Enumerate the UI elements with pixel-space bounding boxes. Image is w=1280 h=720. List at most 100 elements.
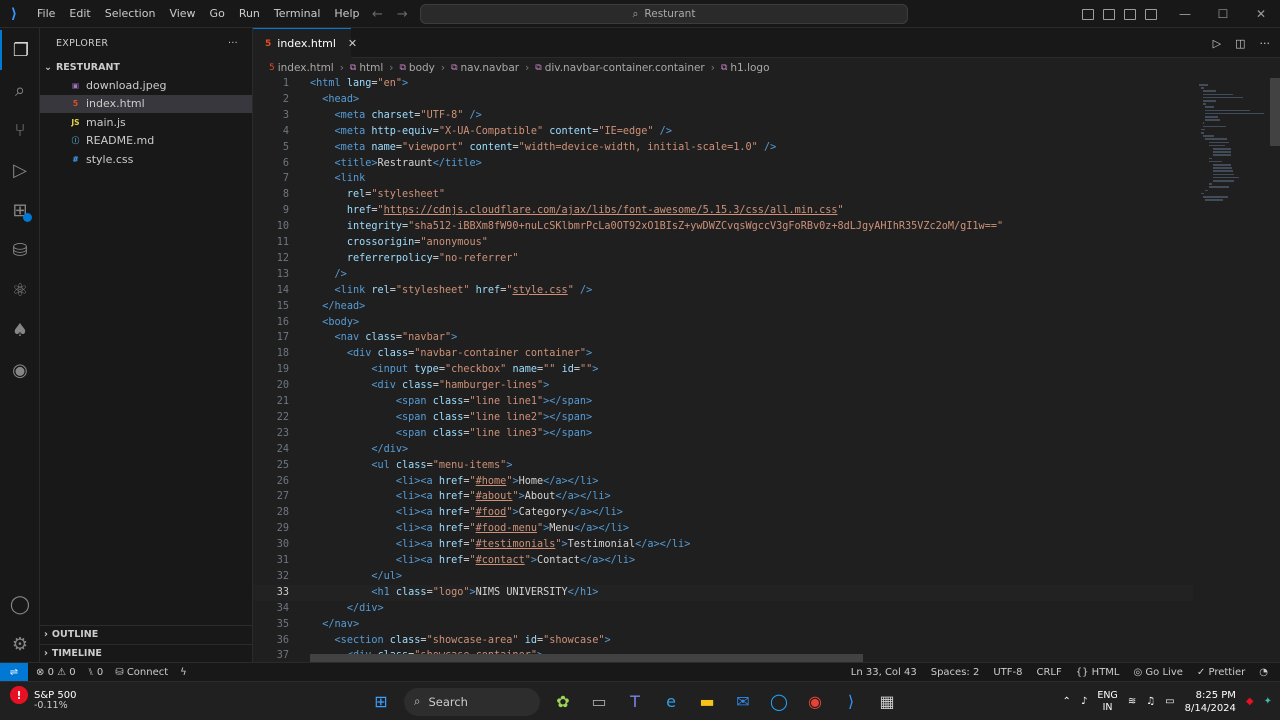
close-window-icon[interactable]: ✕ (1242, 7, 1280, 21)
code-line[interactable]: 24 </div> (253, 442, 1193, 458)
encoding[interactable]: UTF-8 (993, 667, 1022, 678)
chrome-icon[interactable]: ◉ (802, 689, 828, 715)
toggle-primary-sidebar-icon[interactable] (1082, 8, 1094, 20)
remote-indicator-icon[interactable]: ⇌ (0, 662, 28, 682)
menu-terminal[interactable]: Terminal (267, 0, 328, 28)
code-line[interactable]: 13 /> (253, 267, 1193, 283)
notifications-bell-icon[interactable]: ◔ (1259, 667, 1268, 678)
code-line[interactable]: 19 <input type="checkbox" name="" id=""> (253, 362, 1193, 378)
prettier-indicator[interactable]: ✓ Prettier (1197, 667, 1245, 678)
code-line[interactable]: 8 rel="stylesheet" (253, 187, 1193, 203)
code-line[interactable]: 18 <div class="navbar-container containe… (253, 346, 1193, 362)
language-indicator[interactable]: ENG IN (1097, 690, 1117, 714)
end-of-line[interactable]: CRLF (1036, 667, 1061, 678)
code-line[interactable]: 31 <li><a href="#contact">Contact</a></l… (253, 553, 1193, 569)
taskbar-search[interactable]: ⌕ Search (404, 687, 540, 716)
timeline-section[interactable]: › TIMELINE (40, 644, 253, 662)
customize-layout-icon[interactable] (1145, 8, 1157, 20)
breadcrumb-item[interactable]: html (359, 62, 383, 74)
code-line[interactable]: 11 crossorigin="anonymous" (253, 235, 1193, 251)
extensions-icon[interactable]: ⊞ (0, 190, 40, 230)
code-line[interactable]: 17 <nav class="navbar"> (253, 330, 1193, 346)
file-item-readme-md[interactable]: ⓘ README.md (40, 132, 252, 151)
settings-gear-icon[interactable]: ⚙ (0, 624, 40, 664)
menu-help[interactable]: Help (327, 0, 366, 28)
database-icon[interactable]: ⛁ (0, 230, 40, 270)
vertical-scrollbar[interactable] (1270, 78, 1280, 146)
menu-edit[interactable]: Edit (62, 0, 97, 28)
code-line[interactable]: 6 <title>Restraunt</title> (253, 156, 1193, 172)
run-icon[interactable]: ▷ (1213, 37, 1221, 50)
mail-icon[interactable]: ✉ (730, 689, 756, 715)
battery-icon[interactable]: ▭ (1165, 696, 1174, 707)
vscode-taskbar-icon[interactable]: ⟩ (838, 689, 864, 715)
search-view-icon[interactable]: ⌕ (0, 70, 40, 110)
code-line[interactable]: 23 <span class="line line3"></span> (253, 426, 1193, 442)
task-view-icon[interactable]: ▭ (586, 689, 612, 715)
tab-index-html[interactable]: 5 index.html ✕ (253, 28, 357, 58)
breadcrumb-item[interactable]: index.html (278, 62, 334, 74)
snipping-tool-icon[interactable]: ▦ (874, 689, 900, 715)
ports-indicator[interactable]: ⑊ 0 (88, 667, 104, 678)
split-editor-icon[interactable]: ◫ (1235, 37, 1245, 50)
clock[interactable]: 8:25 PM 8/14/2024 (1185, 689, 1236, 715)
maximize-icon[interactable]: ☐ (1204, 7, 1242, 21)
code-line[interactable]: 12 referrerpolicy="no-referrer" (253, 251, 1193, 267)
code-line[interactable]: 27 <li><a href="#about">About</a></li> (253, 489, 1193, 505)
code-line[interactable]: 1 <html lang="en"> (253, 76, 1193, 92)
lightning-icon[interactable]: ϟ (180, 667, 187, 678)
code-line[interactable]: 35 </nav> (253, 617, 1193, 633)
minimap[interactable] (1193, 76, 1273, 662)
code-line[interactable]: 29 <li><a href="#food-menu">Menu</a></li… (253, 521, 1193, 537)
code-line[interactable]: 32 </ul> (253, 569, 1193, 585)
code-line[interactable]: 15 </head> (253, 299, 1193, 315)
edge-browser-icon[interactable]: e (658, 689, 684, 715)
mongodb-leaf-icon[interactable]: ♠ (0, 310, 40, 350)
code-line[interactable]: 2 <head> (253, 92, 1193, 108)
cortana-ring-icon[interactable]: ◯ (766, 689, 792, 715)
notification-icon[interactable]: ◆ (1246, 696, 1254, 707)
breadcrumb-item[interactable]: div.navbar-container.container (545, 62, 705, 74)
show-hidden-icons-icon[interactable]: ⌃ (1063, 696, 1071, 707)
close-tab-icon[interactable]: ✕ (348, 37, 357, 50)
breadcrumb-item[interactable]: h1.logo (730, 62, 769, 74)
forward-arrow-icon[interactable]: → (397, 7, 408, 22)
volume-icon[interactable]: ♫ (1146, 696, 1155, 707)
code-line[interactable]: 34 </div> (253, 601, 1193, 617)
cursor-position[interactable]: Ln 33, Col 43 (851, 667, 917, 678)
code-line[interactable]: 7 <link (253, 171, 1193, 187)
breadcrumb-item[interactable]: nav.navbar (461, 62, 520, 74)
code-line[interactable]: 10 integrity="sha512-iBBXm8fW90+nuLcSKlb… (253, 219, 1193, 235)
minimize-icon[interactable]: — (1166, 7, 1204, 21)
source-control-icon[interactable]: ⑂ (0, 110, 40, 150)
go-live-button[interactable]: ◎ Go Live (1134, 667, 1183, 678)
folder-header[interactable]: ⌄ RESTURANT (40, 58, 252, 76)
microphone-icon[interactable]: ♪ (1081, 696, 1087, 707)
copilot-icon[interactable]: ✦ (1264, 696, 1272, 707)
language-mode[interactable]: {} HTML (1076, 667, 1120, 678)
breadcrumb-item[interactable]: body (409, 62, 435, 74)
problems-indicator[interactable]: ⊗ 0 ⚠ 0 (36, 667, 76, 678)
command-center-search[interactable]: ⌕ Resturant (420, 4, 908, 24)
menu-view[interactable]: View (162, 0, 202, 28)
run-debug-icon[interactable]: ▷ (0, 150, 40, 190)
more-actions-icon[interactable]: ··· (1260, 37, 1271, 50)
code-line[interactable]: 3 <meta charset="UTF-8" /> (253, 108, 1193, 124)
widget-icon[interactable]: ✿ (550, 689, 576, 715)
code-line[interactable]: 30 <li><a href="#testimonials">Testimoni… (253, 537, 1193, 553)
code-line[interactable]: 16 <body> (253, 315, 1193, 331)
file-item-download-jpeg[interactable]: ▣ download.jpeg (40, 76, 252, 95)
code-line[interactable]: 21 <span class="line line1"></span> (253, 394, 1193, 410)
teams-icon[interactable]: T (622, 689, 648, 715)
code-line[interactable]: 33 <h1 class="logo">NIMS UNIVERSITY</h1> (253, 584, 1193, 601)
outline-section[interactable]: › OUTLINE (40, 625, 253, 643)
react-icon[interactable]: ⚛ (0, 270, 40, 310)
code-editor[interactable]: 1 <html lang="en"> 2 <head> 3 <meta charset… (253, 76, 1193, 662)
connect-indicator[interactable]: ⛁ Connect (115, 667, 168, 678)
menu-go[interactable]: Go (203, 0, 232, 28)
code-line[interactable]: 20 <div class="hamburger-lines"> (253, 378, 1193, 394)
code-line[interactable]: 25 <ul class="menu-items"> (253, 458, 1193, 474)
code-line[interactable]: 9 href="https://cdnjs.cloudflare.com/aja… (253, 203, 1193, 219)
code-line[interactable]: 26 <li><a href="#home">Home</a></li> (253, 474, 1193, 490)
toggle-secondary-sidebar-icon[interactable] (1124, 8, 1136, 20)
